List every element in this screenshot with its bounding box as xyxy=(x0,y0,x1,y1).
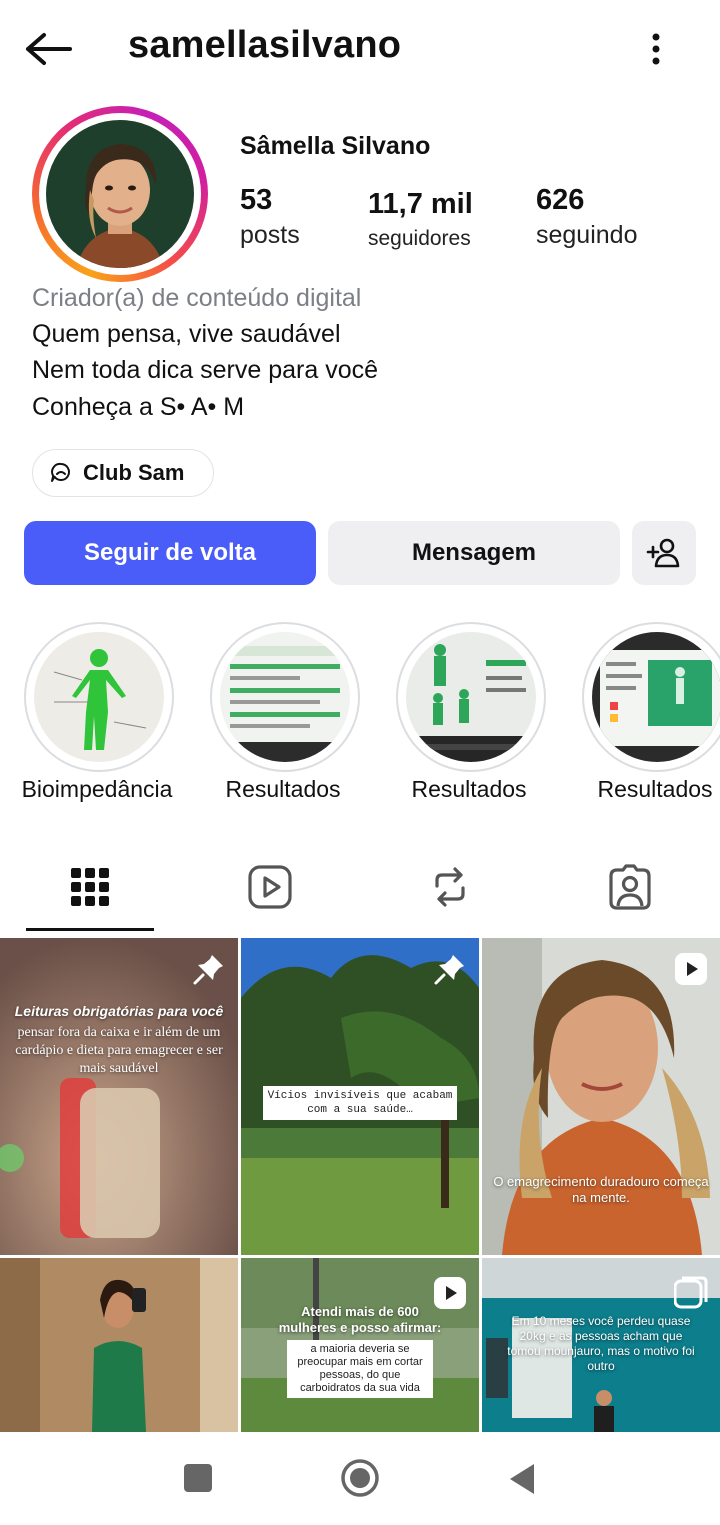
home-circle-icon xyxy=(341,1459,379,1497)
highlight-resultados-3[interactable] xyxy=(582,622,720,772)
post-image xyxy=(0,1258,238,1432)
recent-apps-button[interactable] xyxy=(184,1464,212,1492)
home-button[interactable] xyxy=(340,1458,380,1498)
stat-posts-value: 53 xyxy=(240,184,273,216)
stat-following[interactable]: 626 seguindo xyxy=(536,184,637,250)
highlight-label: Resultados xyxy=(597,776,713,802)
post-caption: pensar fora da caixa e ir além de um car… xyxy=(15,1025,223,1076)
back-button[interactable] xyxy=(20,26,76,72)
highlight-resultados-2[interactable] xyxy=(396,622,546,772)
highlight-bioimpedancia[interactable] xyxy=(24,622,174,772)
reel-icon xyxy=(434,1277,466,1309)
bio-line: Conheça a S• A• M xyxy=(32,393,245,421)
follow-back-button[interactable]: Seguir de volta xyxy=(24,521,316,585)
highlight-cover xyxy=(34,632,164,762)
stat-followers-label: seguidores xyxy=(368,227,471,250)
pin-icon xyxy=(434,955,464,985)
back-arrow-icon xyxy=(26,33,72,65)
bio-line: Quem pensa, vive saudável xyxy=(32,320,341,348)
tab-posts-grid[interactable] xyxy=(0,852,180,922)
highlight-cover xyxy=(406,632,536,762)
post-title: Leituras obrigatórias para você xyxy=(14,1003,224,1019)
avatar xyxy=(46,120,194,268)
highlight-resultados-1[interactable] xyxy=(210,622,360,772)
more-options-button[interactable] xyxy=(640,26,672,72)
grid-icon xyxy=(71,868,109,906)
stat-following-label: seguindo xyxy=(536,221,638,249)
post-tile[interactable]: Em 10 meses você perdeu quase 20kg e as … xyxy=(482,1258,720,1432)
pin-icon xyxy=(193,955,223,985)
message-button[interactable]: Mensagem xyxy=(328,521,620,585)
avatar-story-ring[interactable] xyxy=(32,106,208,282)
tab-reels[interactable] xyxy=(180,852,360,922)
tab-reposts[interactable] xyxy=(360,852,540,922)
repost-icon xyxy=(435,867,465,907)
tagged-person-icon xyxy=(609,864,651,910)
more-vertical-icon xyxy=(652,33,660,65)
system-navigation-bar xyxy=(0,1432,720,1525)
highlight-cover xyxy=(220,632,350,762)
reel-icon xyxy=(675,953,707,985)
stat-followers[interactable]: 11,7 mil seguidores xyxy=(368,188,473,251)
active-tab-indicator xyxy=(26,928,154,931)
carousel-icon xyxy=(674,1276,708,1309)
bio-line: Nem toda dica serve para você xyxy=(32,356,379,384)
channel-link-button[interactable]: Club Sam xyxy=(32,449,214,497)
stat-followers-value: 11,7 mil xyxy=(368,188,473,220)
post-caption: Vícios invisíveis que acabam com a sua s… xyxy=(263,1086,457,1120)
back-triangle-icon xyxy=(510,1464,534,1494)
post-tile[interactable] xyxy=(0,1258,238,1432)
post-caption: O emagrecimento duradouro começa na ment… xyxy=(493,1174,709,1205)
add-person-icon xyxy=(646,538,680,568)
post-tile[interactable]: Atendi mais de 600 mulheres e posso afir… xyxy=(241,1258,479,1432)
post-tile[interactable]: Leituras obrigatórias para você pensar f… xyxy=(0,938,238,1255)
profile-username: samellasilvano xyxy=(128,24,402,66)
post-tile[interactable]: Vícios invisíveis que acabam com a sua s… xyxy=(241,938,479,1255)
suggested-people-button[interactable] xyxy=(632,521,696,585)
channel-link-label: Club Sam xyxy=(83,460,185,485)
stat-posts[interactable]: 53 posts xyxy=(240,184,300,250)
highlight-cover xyxy=(592,632,720,762)
stat-following-value: 626 xyxy=(536,184,585,216)
post-tile[interactable]: O emagrecimento duradouro começa na ment… xyxy=(482,938,720,1255)
profile-full-name: Sâmella Silvano xyxy=(240,132,431,160)
reels-icon xyxy=(248,865,292,909)
tab-tagged[interactable] xyxy=(540,852,720,922)
profile-category: Criador(a) de conteúdo digital xyxy=(32,284,362,312)
stat-posts-label: posts xyxy=(240,221,300,249)
post-caption: a maioria deveria se preocupar mais em c… xyxy=(287,1340,433,1398)
broadcast-chat-icon xyxy=(51,462,70,482)
highlight-label: Bioimpedância xyxy=(21,776,173,802)
highlight-label: Resultados xyxy=(411,776,527,802)
post-caption: Em 10 meses você perdeu quase 20kg e as … xyxy=(507,1314,695,1373)
highlight-label: Resultados xyxy=(225,776,341,802)
back-nav-button[interactable] xyxy=(508,1462,538,1496)
